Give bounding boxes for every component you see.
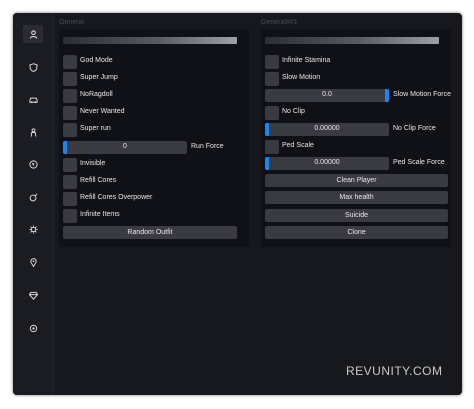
target-icon <box>29 193 37 201</box>
panel-title-1: General##1 <box>261 19 298 26</box>
settings-icon <box>29 324 37 332</box>
sidebar-item-map-pin[interactable] <box>23 253 43 271</box>
ped-scale-force-label: Ped Scale Force <box>393 159 445 166</box>
no-clip-label: No Clip <box>282 108 305 115</box>
ped-scale-force-value: 0.00000 <box>314 159 340 166</box>
run-force-slider[interactable]: 0 <box>63 141 187 154</box>
infinite-stamina-checkbox[interactable] <box>265 55 279 69</box>
panel-scroll-bar-1[interactable] <box>265 37 439 44</box>
super-jump-checkbox[interactable] <box>63 72 77 86</box>
sidebar-item-settings[interactable] <box>23 319 43 337</box>
suicide-button[interactable]: Suicide <box>265 209 448 222</box>
slow-motion-label: Slow Motion <box>282 74 321 81</box>
panel-general: General God Mode Super Jump NoRagdoll Ne… <box>59 19 249 247</box>
god-mode-checkbox[interactable] <box>63 55 77 69</box>
refill-cores-overpower-checkbox[interactable] <box>63 192 77 206</box>
panel-title: General <box>59 19 84 26</box>
ped-scale-checkbox[interactable] <box>265 140 279 154</box>
user-icon <box>29 29 37 39</box>
slow-motion-checkbox[interactable] <box>265 72 279 86</box>
car-icon <box>28 97 38 103</box>
noragdoll-checkbox[interactable] <box>63 89 77 103</box>
infinite-stamina-label: Infinite Stamina <box>282 57 331 64</box>
no-clip-force-value: 0.00000 <box>314 125 340 132</box>
no-clip-checkbox[interactable] <box>265 106 279 120</box>
panel-general-1: General##1 Infinite Stamina Slow Motion … <box>261 19 451 247</box>
sidebar-item-diamond[interactable] <box>23 286 43 304</box>
sidebar <box>13 13 54 395</box>
slow-motion-force-slider[interactable]: 0.0 <box>265 89 389 102</box>
sidebar-item-target[interactable] <box>23 188 43 206</box>
app-window: General God Mode Super Jump NoRagdoll Ne… <box>13 13 462 395</box>
sidebar-item-person[interactable] <box>23 123 43 141</box>
super-jump-label: Super Jump <box>80 74 118 81</box>
gear-icon <box>28 224 38 234</box>
sidebar-item-car[interactable] <box>23 90 43 108</box>
person-icon <box>30 127 36 137</box>
super-run-checkbox[interactable] <box>63 123 77 137</box>
no-clip-force-slider[interactable]: 0.00000 <box>265 123 389 136</box>
random-outfit-button[interactable]: Random Outfit <box>63 226 237 239</box>
noragdoll-label: NoRagdoll <box>80 91 113 98</box>
god-mode-label: God Mode <box>80 57 113 64</box>
never-wanted-checkbox[interactable] <box>63 106 77 120</box>
invisible-label: Invisible <box>80 160 106 167</box>
panel-scroll-bar[interactable] <box>63 37 237 44</box>
ped-scale-force-slider[interactable]: 0.00000 <box>265 157 389 170</box>
run-force-value: 0 <box>123 143 127 150</box>
sidebar-item-globe[interactable] <box>23 155 43 173</box>
refill-cores-checkbox[interactable] <box>63 175 77 189</box>
shield-icon <box>28 62 38 72</box>
clone-button[interactable]: Clone <box>265 226 448 239</box>
run-force-label: Run Force <box>191 143 224 150</box>
ped-scale-label: Ped Scale <box>282 142 314 149</box>
watermark-text: REVUNITY.COM <box>346 364 443 378</box>
never-wanted-label: Never Wanted <box>80 108 125 115</box>
sidebar-item-gear[interactable] <box>23 220 43 238</box>
no-clip-force-label: No Clip Force <box>393 125 436 132</box>
max-health-button[interactable]: Max health <box>265 191 448 204</box>
refill-cores-overpower-label: Refill Cores Overpower <box>80 194 153 201</box>
diamond-icon <box>28 291 38 300</box>
slow-motion-force-label: Slow Motion Force <box>393 91 451 98</box>
map-pin-icon <box>29 257 37 267</box>
clean-player-button[interactable]: Clean Player <box>265 174 448 187</box>
slow-motion-force-value: 0.0 <box>322 91 332 98</box>
sidebar-item-shield[interactable] <box>23 58 43 76</box>
globe-icon <box>28 159 38 169</box>
refill-cores-label: Refill Cores <box>80 177 117 184</box>
infinite-items-label: Infinite Items <box>80 211 120 218</box>
infinite-items-checkbox[interactable] <box>63 209 77 223</box>
sidebar-item-user[interactable] <box>23 25 43 43</box>
super-run-label: Super run <box>80 125 111 132</box>
invisible-checkbox[interactable] <box>63 158 77 172</box>
